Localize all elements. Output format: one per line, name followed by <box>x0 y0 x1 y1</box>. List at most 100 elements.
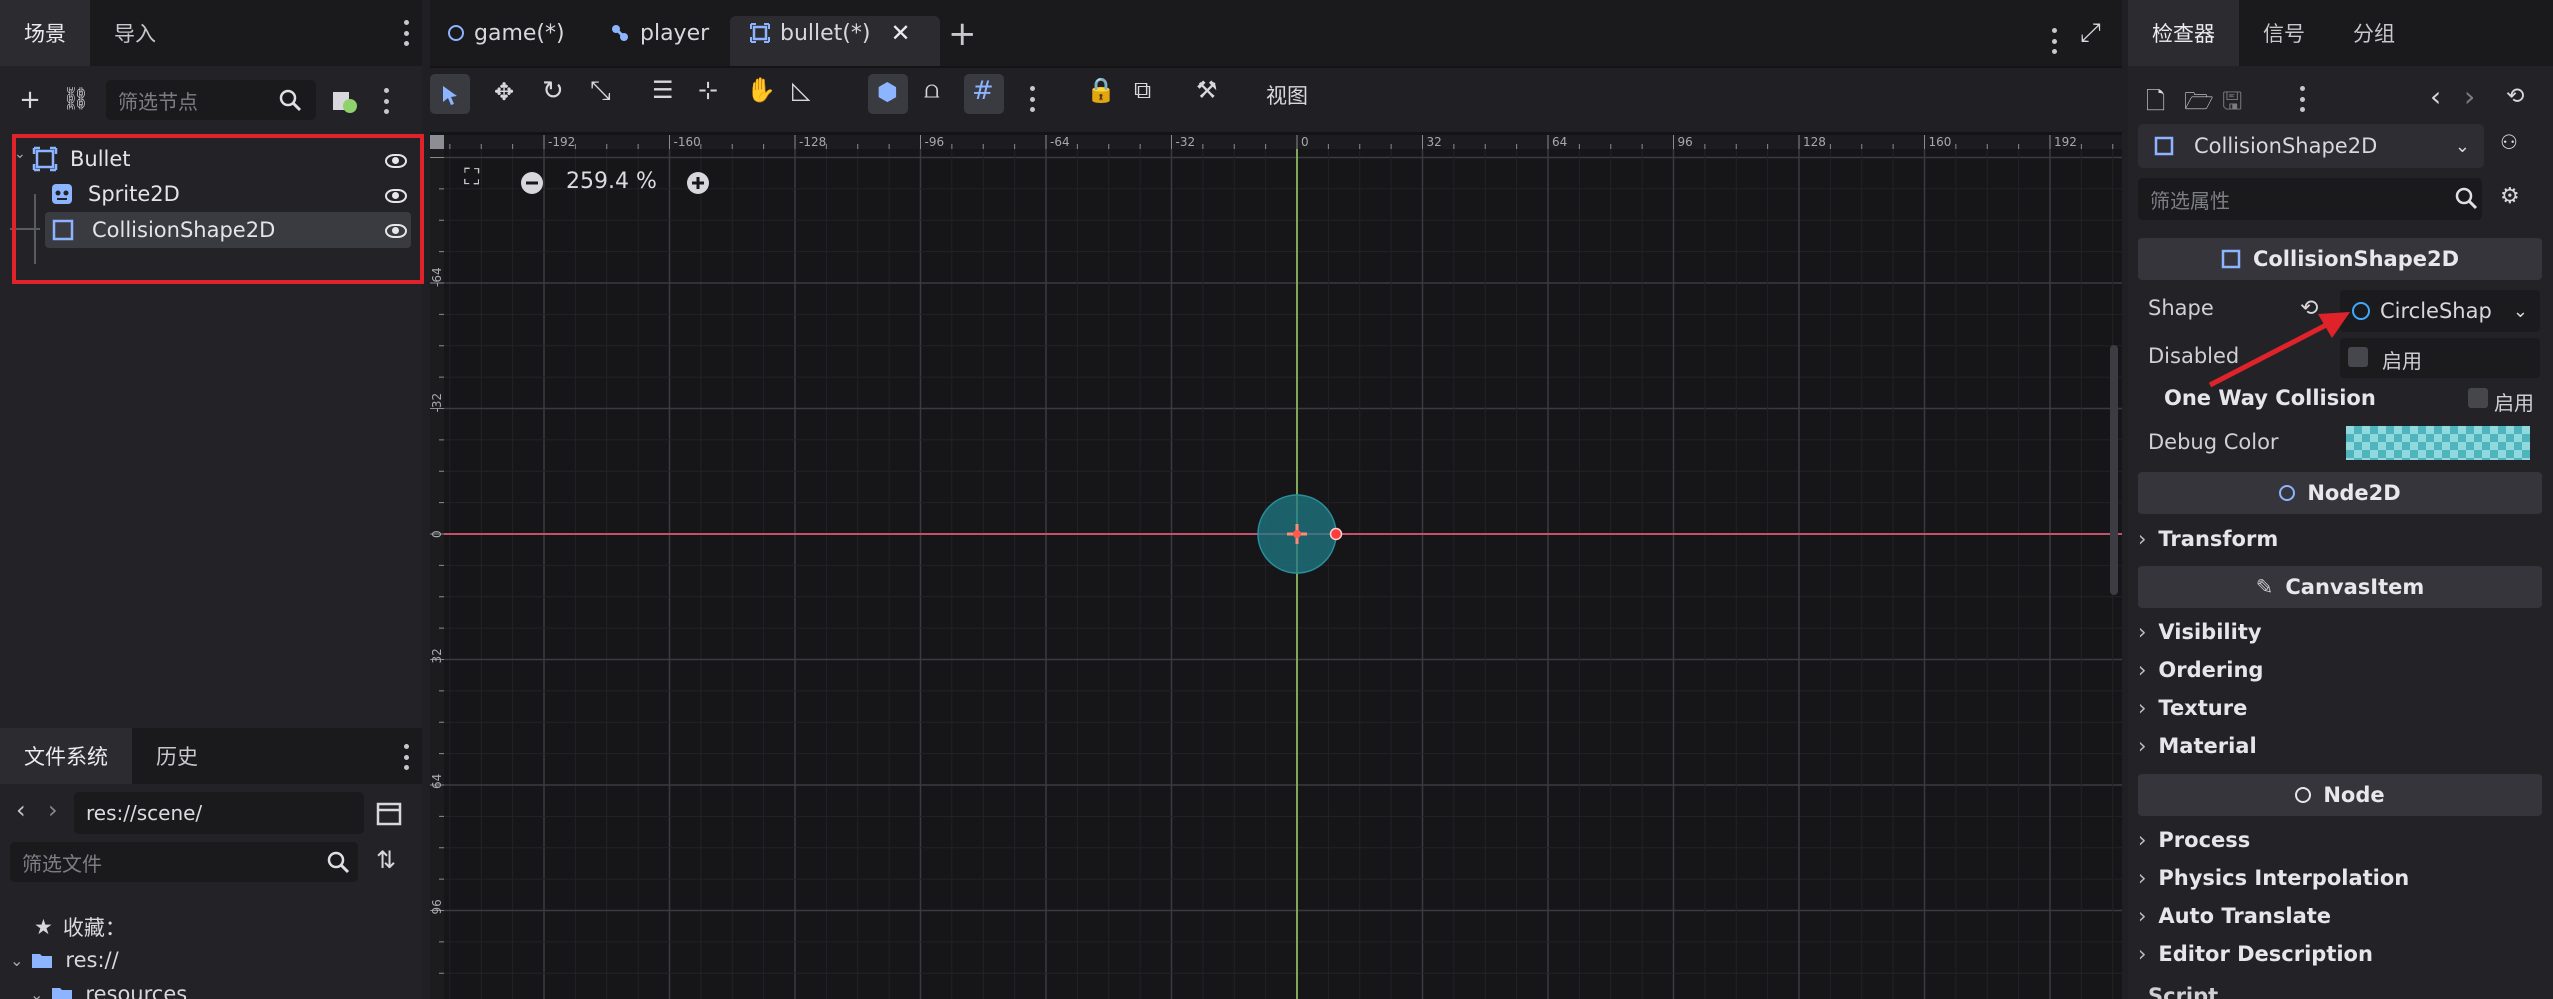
history-forward-icon[interactable]: › <box>2464 80 2475 113</box>
snap-menu-icon[interactable] <box>1028 86 1036 112</box>
property-options-icon[interactable]: ⚙ <box>2500 184 2520 209</box>
group-texture[interactable]: Texture <box>2138 696 2247 720</box>
shape-value: CircleShap <box>2380 299 2492 323</box>
collapse-arrow-icon: ⌄ <box>30 984 44 999</box>
add-node-icon[interactable]: + <box>14 84 46 116</box>
history-back-icon[interactable]: ‹ <box>2430 80 2441 113</box>
grid-snap-icon[interactable]: # <box>972 76 994 106</box>
tab-history[interactable]: 历史 <box>132 728 222 784</box>
forward-icon[interactable]: › <box>48 796 58 824</box>
add-tab-icon[interactable]: + <box>948 14 977 54</box>
section-title: Node2D <box>2307 481 2401 505</box>
zoom-out-icon[interactable] <box>520 171 544 195</box>
group-auto-translate[interactable]: Auto Translate <box>2138 904 2331 928</box>
center-view-icon[interactable]: ⛶ <box>464 165 479 190</box>
back-icon[interactable]: ‹ <box>16 796 26 824</box>
group-transform[interactable]: Transform <box>2138 527 2278 551</box>
tab-import[interactable]: 导入 <box>90 0 180 66</box>
scene-menu-icon[interactable] <box>382 88 390 114</box>
node-selector[interactable]: CollisionShape2D ⌄ <box>2138 124 2484 168</box>
ruler-label: 0 <box>430 530 444 538</box>
group-label: Editor Description <box>2158 942 2373 966</box>
ruler-tool-icon[interactable]: ◺ <box>792 76 810 104</box>
object-history-icon[interactable]: ⟲ <box>2506 84 2524 109</box>
res-label: res:// <box>65 948 119 972</box>
open-resource-icon[interactable]: 🗁 <box>2184 84 2214 125</box>
rotate-tool-icon[interactable]: ↻ <box>542 76 564 106</box>
canvas-viewport[interactable]: -192 -160 -128 -96 -64 -32 0 32 64 96 128 160 192 -64… <box>430 135 2122 999</box>
ruler-label: 96 <box>1678 135 1693 149</box>
close-tab-icon[interactable]: ✕ <box>890 19 910 47</box>
group-visibility[interactable]: Visibility <box>2138 620 2261 644</box>
pan-hand-icon[interactable]: ✋ <box>746 76 776 104</box>
instance-scene-icon[interactable] <box>330 86 358 114</box>
viewport-canvas[interactable]: -192 -160 -128 -96 -64 -32 0 32 64 96 128 160 192 -64… <box>430 135 2122 999</box>
favorites-row[interactable]: ★ 收藏： <box>34 912 126 942</box>
link-icon[interactable]: ⛓ <box>60 84 92 116</box>
group-editor-description[interactable]: Editor Description <box>2138 942 2373 966</box>
one-way-collision-checkbox[interactable] <box>2468 388 2488 408</box>
script-label: Script <box>2148 984 2219 999</box>
search-icon <box>279 89 302 112</box>
ruler-label: -96 <box>925 135 945 149</box>
move-tool-icon[interactable]: ✥ <box>494 78 514 106</box>
tab-game[interactable]: game(*) <box>448 0 565 66</box>
group-physics-interpolation[interactable]: Physics Interpolation <box>2138 866 2409 890</box>
pivot-center <box>1293 530 1301 538</box>
pivot-tool-icon[interactable]: ⊹ <box>698 76 718 104</box>
group-icon[interactable]: ⧉ <box>1134 76 1151 104</box>
annotation-highlight-box <box>12 134 424 284</box>
tab-groups[interactable]: 分组 <box>2329 0 2419 66</box>
lock-icon[interactable]: 🔒 <box>1086 76 1116 104</box>
tab-signals[interactable]: 信号 <box>2239 0 2329 66</box>
tab-player[interactable]: player <box>610 0 709 66</box>
scene-tabs-menu-icon[interactable] <box>2050 28 2058 54</box>
tab-bullet[interactable]: bullet(*) ✕ <box>750 0 911 66</box>
search-icon <box>2455 187 2478 210</box>
scene-dock-tabs: 场景 导入 <box>0 0 422 66</box>
section-node2d[interactable]: Node2D <box>2138 472 2542 514</box>
property-filter-input[interactable]: 筛选属性 <box>2138 178 2482 220</box>
select-pointer-icon[interactable] <box>440 84 460 106</box>
new-resource-icon[interactable]: 🗋 <box>2146 84 2165 125</box>
sort-icon[interactable]: ⇅ <box>376 846 396 874</box>
shape-resource-picker[interactable]: CircleShap ⌄ <box>2340 290 2540 332</box>
toggle-split-icon[interactable] <box>376 802 402 826</box>
filesystem-menu-icon[interactable] <box>402 744 410 770</box>
viewport-scrollbar[interactable] <box>2110 345 2118 595</box>
save-resource-icon[interactable]: 🖫 <box>2222 84 2242 125</box>
view-menu[interactable]: 视图 <box>1266 80 1308 110</box>
distraction-free-icon[interactable]: ⤢ <box>2080 18 2101 49</box>
tab-inspector[interactable]: 检查器 <box>2128 0 2239 66</box>
res-folder-row[interactable]: ⌄ res:// <box>10 948 119 972</box>
node-docs-icon[interactable]: ⚇ <box>2500 130 2518 154</box>
dock-menu-icon[interactable] <box>402 20 410 46</box>
group-process[interactable]: Process <box>2138 828 2250 852</box>
skeleton-bone-icon[interactable]: ⚒ <box>1196 76 1218 104</box>
zoom-level[interactable]: 259.4 % <box>566 169 657 194</box>
resources-folder-row[interactable]: ⌄ resources <box>30 982 187 999</box>
debug-color-swatch[interactable] <box>2346 426 2530 460</box>
vertical-ruler[interactable] <box>430 135 444 999</box>
section-node[interactable]: Node <box>2138 774 2542 816</box>
tab-filesystem[interactable]: 文件系统 <box>0 728 132 784</box>
group-material[interactable]: Material <box>2138 734 2256 758</box>
section-collisionshape2d[interactable]: CollisionShape2D <box>2138 238 2542 280</box>
annotation-arrow <box>2208 312 2350 388</box>
group-ordering[interactable]: Ordering <box>2138 658 2263 682</box>
radius-handle[interactable] <box>1329 527 1343 541</box>
file-filter-input[interactable]: 筛选文件 <box>10 842 358 882</box>
section-title: CollisionShape2D <box>2252 247 2460 271</box>
section-canvasitem[interactable]: ✎ CanvasItem <box>2138 566 2542 608</box>
snap-options-icon[interactable]: ⩍ <box>924 76 940 104</box>
path-field[interactable]: res://scene/ <box>74 792 364 834</box>
tab-scene[interactable]: 场景 <box>0 0 90 66</box>
inspector-menu-icon[interactable] <box>2298 86 2306 112</box>
smart-snap-icon[interactable]: ⬢ <box>877 78 898 106</box>
ruler-label: 160 <box>1929 135 1952 149</box>
group-label: Transform <box>2158 527 2279 551</box>
list-select-icon[interactable]: ☰ <box>652 76 674 104</box>
zoom-in-icon[interactable] <box>686 171 710 195</box>
group-label: Process <box>2158 828 2251 852</box>
scale-tool-icon[interactable]: ⤡ <box>590 76 611 107</box>
